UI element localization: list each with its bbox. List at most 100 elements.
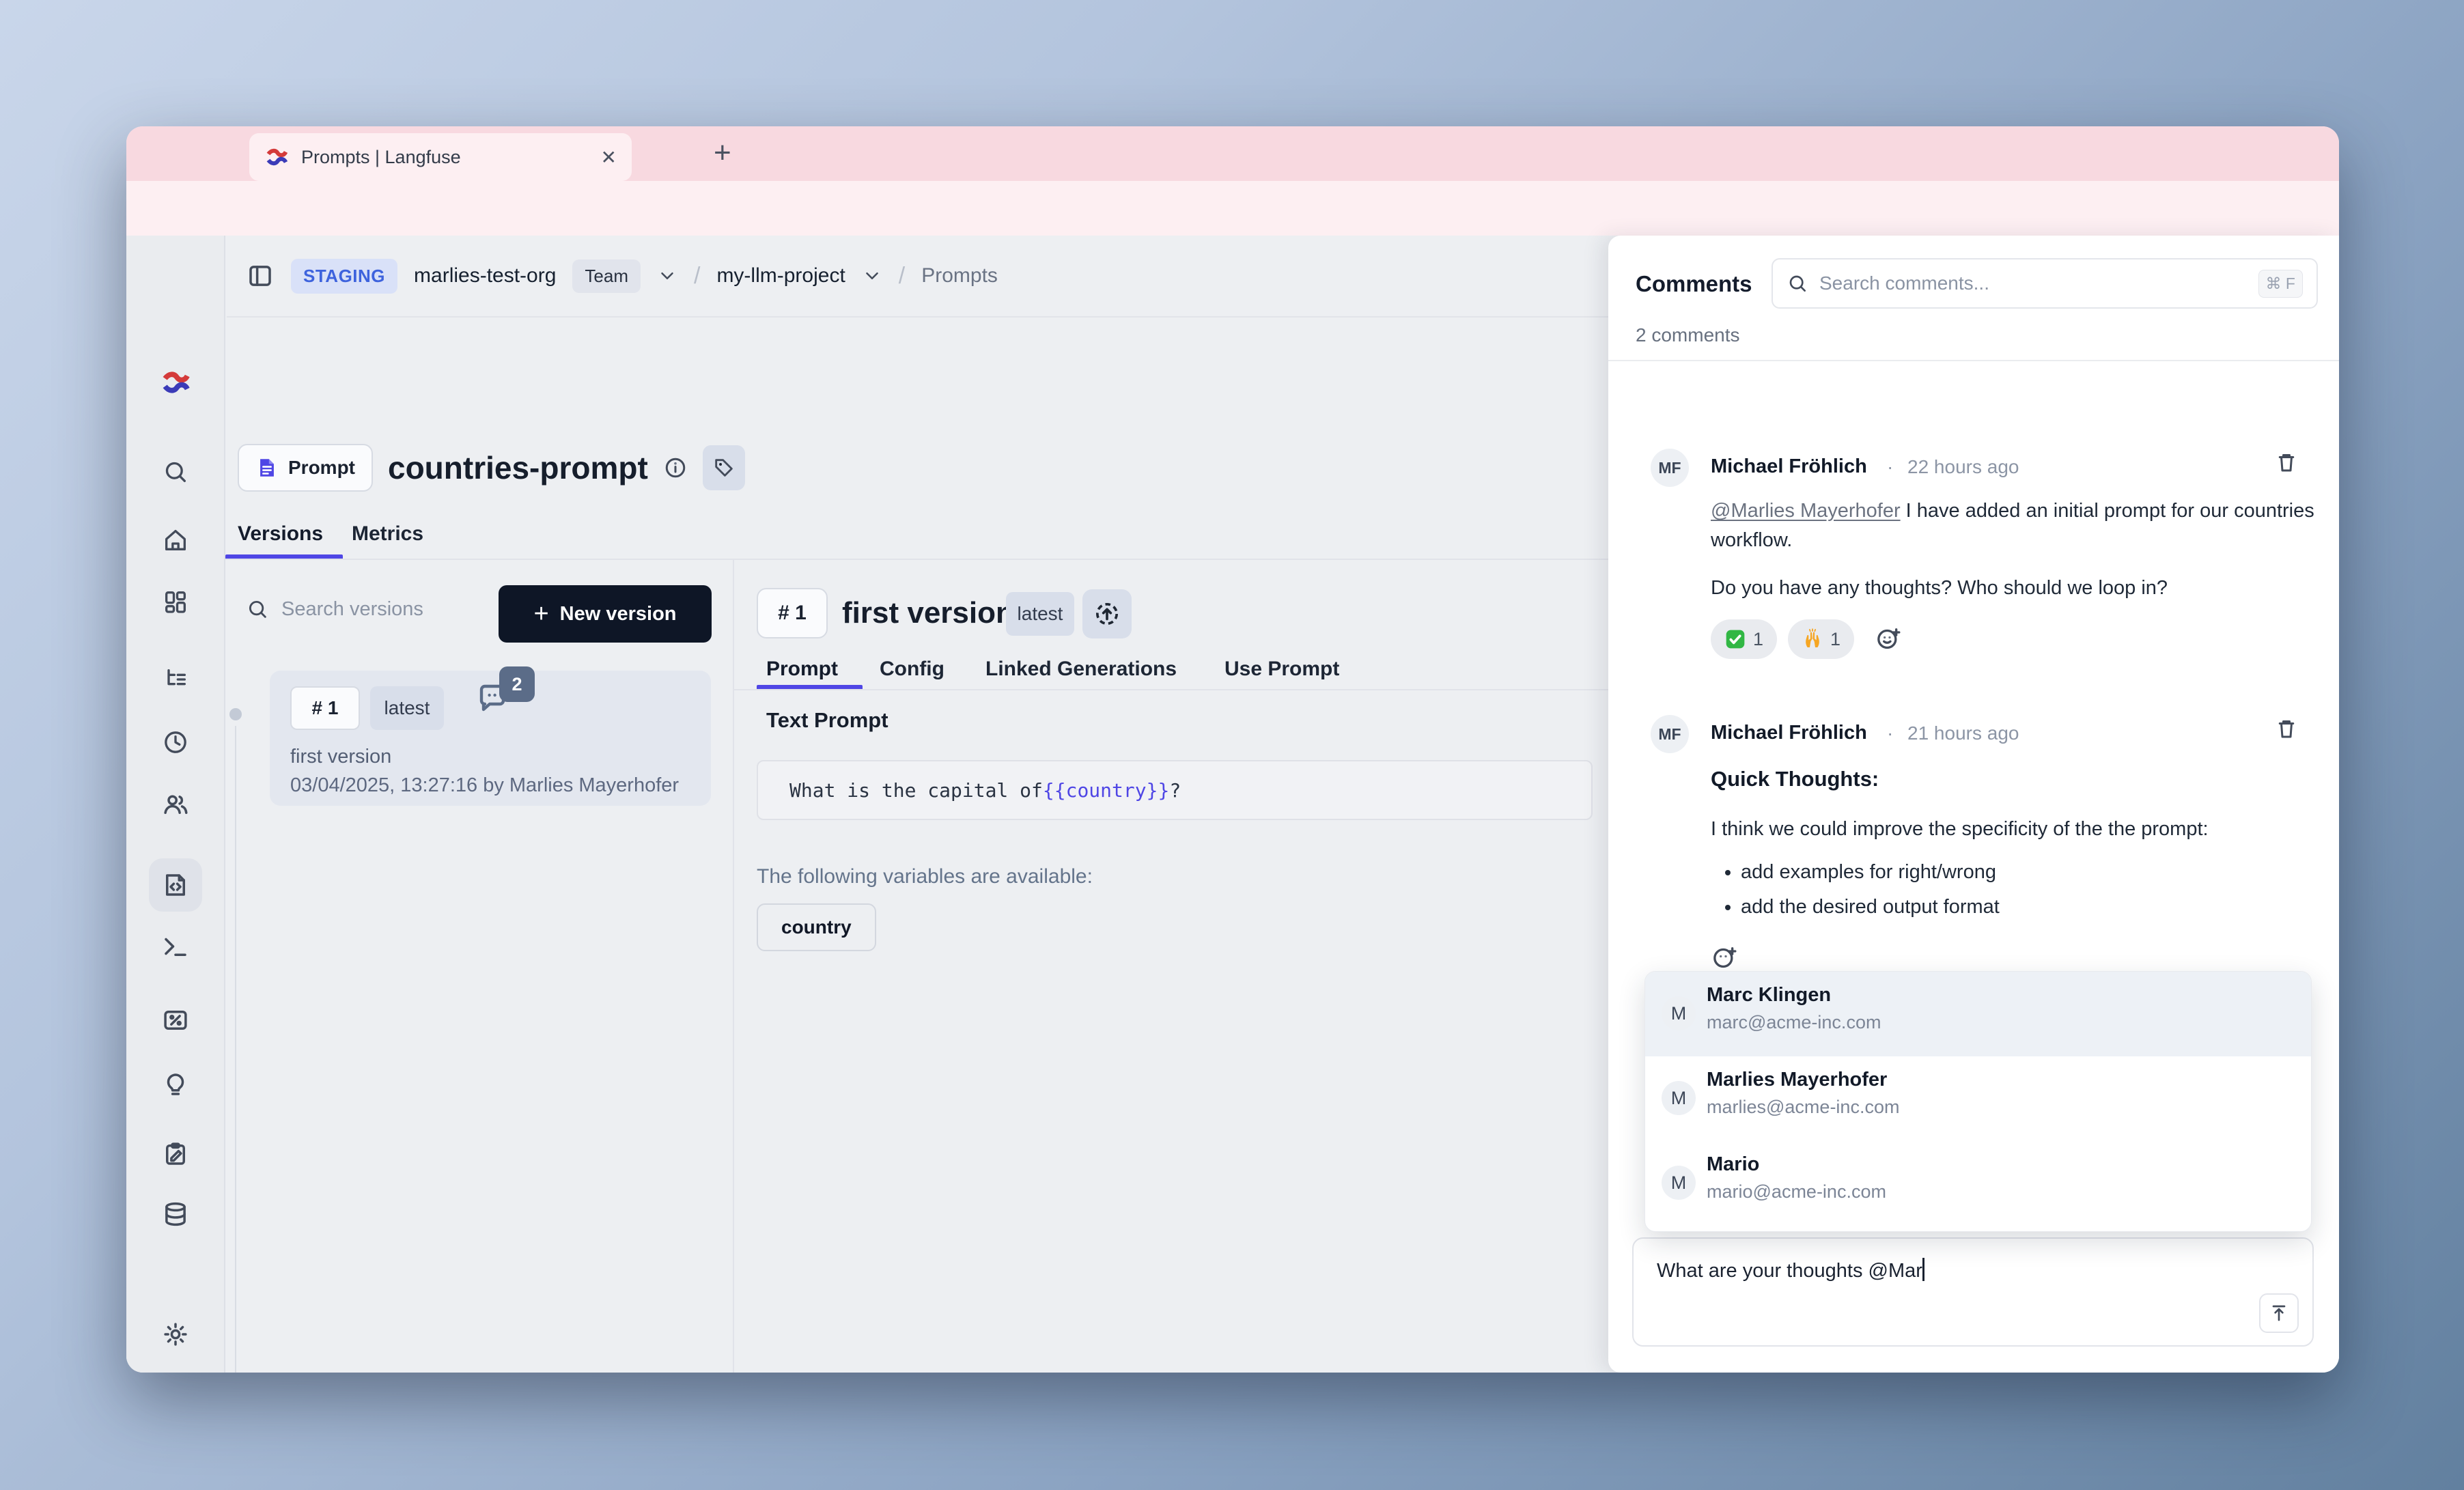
search-versions-input[interactable]: Search versions bbox=[246, 598, 423, 621]
delete-comment-icon[interactable] bbox=[2274, 716, 2299, 741]
datasets-database-icon[interactable] bbox=[161, 1200, 190, 1228]
home-icon[interactable] bbox=[162, 526, 189, 554]
page-title: countries-prompt bbox=[388, 449, 648, 486]
detail-tab-use-prompt[interactable]: Use Prompt bbox=[1224, 658, 1339, 681]
new-version-button[interactable]: + New version bbox=[499, 585, 712, 643]
reactions-row: 1 1 bbox=[1711, 619, 1902, 659]
bullet-item: add examples for right/wrong bbox=[1741, 861, 2000, 884]
avatar: M bbox=[1662, 1081, 1696, 1115]
raised-hands-emoji-icon bbox=[1802, 628, 1823, 650]
variable-chip: country bbox=[757, 903, 876, 951]
search-comments-input[interactable]: Search comments... ⌘ F bbox=[1772, 258, 2318, 309]
mention-option[interactable]: M Marlies Mayerhofer marlies@acme-inc.co… bbox=[1645, 1056, 2311, 1141]
mention-email: mario@acme-inc.com bbox=[1707, 1181, 2311, 1203]
tags-button[interactable] bbox=[703, 445, 745, 490]
page-header: Prompt countries-prompt bbox=[238, 444, 745, 492]
langfuse-logo-icon[interactable] bbox=[160, 367, 191, 398]
version-number-badge: # 1 bbox=[290, 686, 360, 730]
version-name: first version bbox=[290, 746, 391, 768]
comments-count: 2 comments bbox=[1636, 324, 1740, 346]
comment-heading: Quick Thoughts: bbox=[1711, 767, 1879, 791]
tab-title: Prompts | Langfuse bbox=[301, 147, 601, 168]
reaction-check[interactable]: 1 bbox=[1711, 619, 1777, 659]
settings-gear-icon[interactable] bbox=[161, 1320, 190, 1349]
dashboards-icon[interactable] bbox=[162, 588, 189, 615]
prompts-icon bbox=[161, 871, 190, 899]
detail-tab-linked-generations[interactable]: Linked Generations bbox=[985, 658, 1177, 681]
variables-label: The following variables are available: bbox=[757, 865, 1093, 888]
search-nav-icon[interactable] bbox=[162, 458, 189, 486]
mention-email: marc@acme-inc.com bbox=[1707, 1012, 2311, 1033]
avatar-initials: MF bbox=[1658, 725, 1681, 744]
text-cursor bbox=[1922, 1258, 1924, 1281]
breadcrumb-org[interactable]: marlies-test-org bbox=[414, 264, 556, 287]
mention-popup: M Marc Klingen marc@acme-inc.com M Marli… bbox=[1644, 971, 2312, 1232]
breadcrumb-project[interactable]: my-llm-project bbox=[716, 264, 845, 287]
comments-drawer: Comments Search comments... ⌘ F 2 commen… bbox=[1608, 236, 2339, 1373]
playground-terminal-icon[interactable] bbox=[161, 932, 190, 961]
comment-text: I think we could improve the specificity… bbox=[1711, 815, 2339, 844]
mention-link[interactable]: @Marlies Mayerhofer bbox=[1711, 500, 1901, 522]
columns-divider bbox=[733, 560, 734, 1373]
evals-lightbulb-icon[interactable] bbox=[161, 1070, 190, 1099]
scores-icon[interactable] bbox=[161, 1006, 190, 1035]
chevron-down-icon[interactable] bbox=[657, 266, 677, 286]
detail-version-name: first version bbox=[842, 596, 1014, 630]
comment-timestamp: 21 hours ago bbox=[1907, 722, 2019, 744]
search-comments-placeholder: Search comments... bbox=[1819, 272, 1989, 294]
users-icon[interactable] bbox=[161, 790, 190, 819]
tab-close-icon[interactable]: ✕ bbox=[601, 146, 617, 169]
avatar-initial: M bbox=[1671, 1172, 1687, 1194]
version-card[interactable]: # 1 latest 2 first version 03/04/2025, 1… bbox=[270, 671, 711, 806]
chevron-down-icon[interactable] bbox=[862, 266, 882, 286]
sessions-clock-icon[interactable] bbox=[162, 729, 189, 756]
detail-version-number: # 1 bbox=[757, 588, 828, 638]
prompt-type-label: Prompt bbox=[288, 457, 355, 479]
check-emoji-icon bbox=[1724, 628, 1746, 650]
info-icon[interactable] bbox=[663, 455, 688, 480]
mention-name: Marc Klingen bbox=[1707, 984, 2311, 1007]
new-version-label: New version bbox=[560, 603, 677, 625]
tab-versions[interactable]: Versions bbox=[238, 522, 323, 546]
mention-option[interactable]: M Marc Klingen marc@acme-inc.com bbox=[1645, 972, 2311, 1056]
version-latest-badge: latest bbox=[370, 686, 444, 730]
mention-name: Marlies Mayerhofer bbox=[1707, 1069, 2311, 1091]
search-versions-placeholder: Search versions bbox=[281, 598, 423, 621]
mention-option[interactable]: M Mario mario@acme-inc.com bbox=[1645, 1141, 2311, 1226]
timeline-dot bbox=[229, 708, 242, 720]
detail-tab-config[interactable]: Config bbox=[880, 658, 944, 681]
tab-metrics[interactable]: Metrics bbox=[352, 522, 423, 546]
add-reaction-icon[interactable] bbox=[1711, 944, 1738, 972]
langfuse-favicon-icon bbox=[264, 145, 289, 169]
browser-tab[interactable]: Prompts | Langfuse ✕ bbox=[249, 133, 632, 181]
annotation-clipboard-icon[interactable] bbox=[161, 1140, 190, 1168]
mention-name: Mario bbox=[1707, 1153, 2311, 1176]
tracing-icon[interactable] bbox=[162, 666, 189, 693]
org-role-badge[interactable]: Team bbox=[572, 259, 641, 293]
comment-timestamp: 22 hours ago bbox=[1907, 456, 2019, 478]
composer-value: What are your thoughts @Mar bbox=[1657, 1260, 1922, 1282]
prompt-text-pre: What is the capital of bbox=[789, 779, 1043, 802]
new-tab-button[interactable]: + bbox=[714, 136, 731, 170]
promote-version-icon bbox=[1093, 600, 1121, 628]
text-prompt-heading: Text Prompt bbox=[766, 708, 888, 733]
detail-tab-prompt[interactable]: Prompt bbox=[766, 658, 838, 681]
comment-composer[interactable]: What are your thoughts @Mar bbox=[1632, 1237, 2314, 1347]
tag-icon bbox=[712, 456, 736, 479]
submit-comment-button[interactable] bbox=[2259, 1293, 2299, 1333]
delete-comment-icon[interactable] bbox=[2274, 450, 2299, 475]
prompt-code-box[interactable]: What is the capital of {{country}}? bbox=[757, 760, 1593, 820]
avatar: MF bbox=[1651, 715, 1689, 753]
avatar: MF bbox=[1651, 449, 1689, 487]
avatar-initials: MF bbox=[1658, 459, 1681, 477]
reaction-count: 1 bbox=[1830, 629, 1840, 650]
sidebar-item-prompts[interactable] bbox=[149, 858, 202, 912]
add-reaction-icon[interactable] bbox=[1875, 625, 1902, 653]
avatar: M bbox=[1662, 1166, 1696, 1200]
reaction-hands[interactable]: 1 bbox=[1788, 619, 1854, 659]
promote-version-button[interactable] bbox=[1082, 589, 1132, 638]
comment-bullet-list: add examples for right/wrong add the des… bbox=[1741, 849, 2000, 918]
sidebar-toggle-icon[interactable] bbox=[246, 262, 275, 290]
comment-text-2: Do you have any thoughts? Who should we … bbox=[1711, 574, 2329, 603]
avatar-initial: M bbox=[1671, 1088, 1687, 1109]
